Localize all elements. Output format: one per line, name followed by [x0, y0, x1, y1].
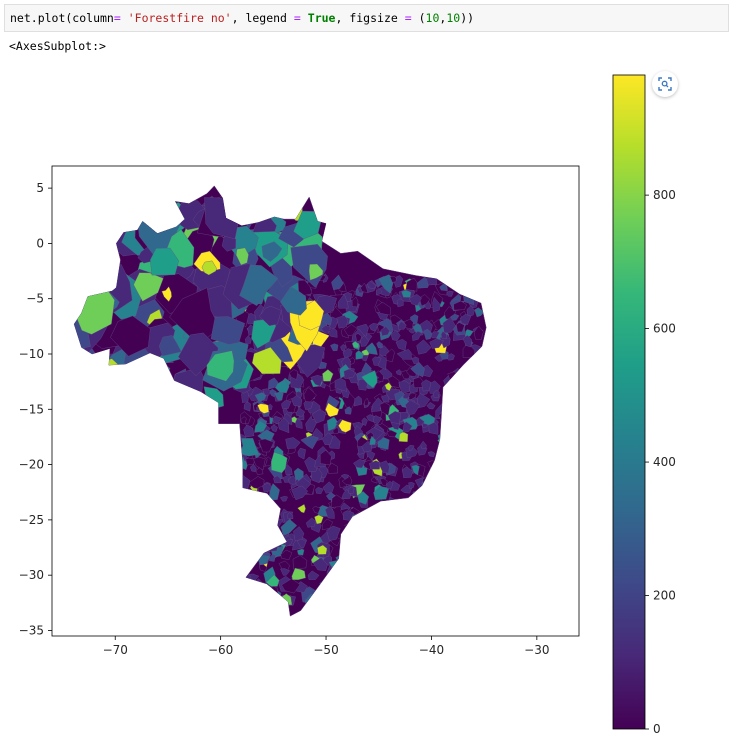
code-token: True	[307, 11, 336, 25]
y-tick-label: 5	[36, 181, 44, 195]
colorbar-tick-label: 200	[653, 589, 676, 603]
colorbar-tick-label: 800	[653, 188, 676, 202]
code-token: (	[411, 11, 426, 25]
code-token: =	[113, 11, 121, 25]
code-token: 10	[446, 11, 461, 25]
code-token: 'Forestfire no'	[127, 11, 232, 25]
figure: −70 −60 −50 −40 −30 5 0 −5 −10 −15 −20 −25 −30 −35 0…	[19, 74, 676, 736]
map-region	[428, 422, 439, 435]
x-tick-label: −70	[103, 643, 128, 657]
code-token: 10	[425, 11, 440, 25]
map-region	[398, 431, 409, 443]
colorbar-axis: 0 200 400 600 800	[645, 188, 676, 736]
y-tick-label: 0	[36, 236, 44, 250]
output-repr: <AxesSubplot:>	[9, 39, 106, 53]
y-tick-label: −10	[19, 347, 44, 361]
code-cell[interactable]: net.plot(column= 'Forestfire no', legend…	[4, 4, 729, 32]
code-token: net.plot(column	[10, 11, 114, 25]
colorbar-tick-label: 400	[653, 455, 676, 469]
code-token: =	[404, 11, 412, 25]
y-tick-label: −25	[19, 513, 44, 527]
code-token: , legend	[231, 11, 294, 25]
x-axis: −70 −60 −50 −40 −30	[103, 636, 550, 657]
y-axis: 5 0 −5 −10 −15 −20 −25 −30 −35	[19, 181, 52, 637]
code-token: =	[293, 11, 301, 25]
x-tick-label: −60	[208, 643, 233, 657]
colorbar-tick-label: 0	[653, 722, 661, 736]
x-tick-label: −50	[313, 643, 338, 657]
colorbar	[612, 74, 646, 730]
x-tick-label: −40	[419, 643, 444, 657]
y-tick-label: −15	[19, 402, 44, 416]
code-line: net.plot(column= 'Forestfire no', legend…	[10, 11, 474, 25]
y-tick-label: −5	[26, 292, 44, 306]
y-tick-label: −20	[19, 458, 44, 472]
y-tick-label: −35	[19, 623, 44, 637]
y-tick-label: −30	[19, 568, 44, 582]
code-token: , figsize	[335, 11, 405, 25]
colorbar-tick-label: 600	[653, 322, 676, 336]
code-token: ))	[460, 11, 475, 25]
x-tick-label: −30	[524, 643, 549, 657]
